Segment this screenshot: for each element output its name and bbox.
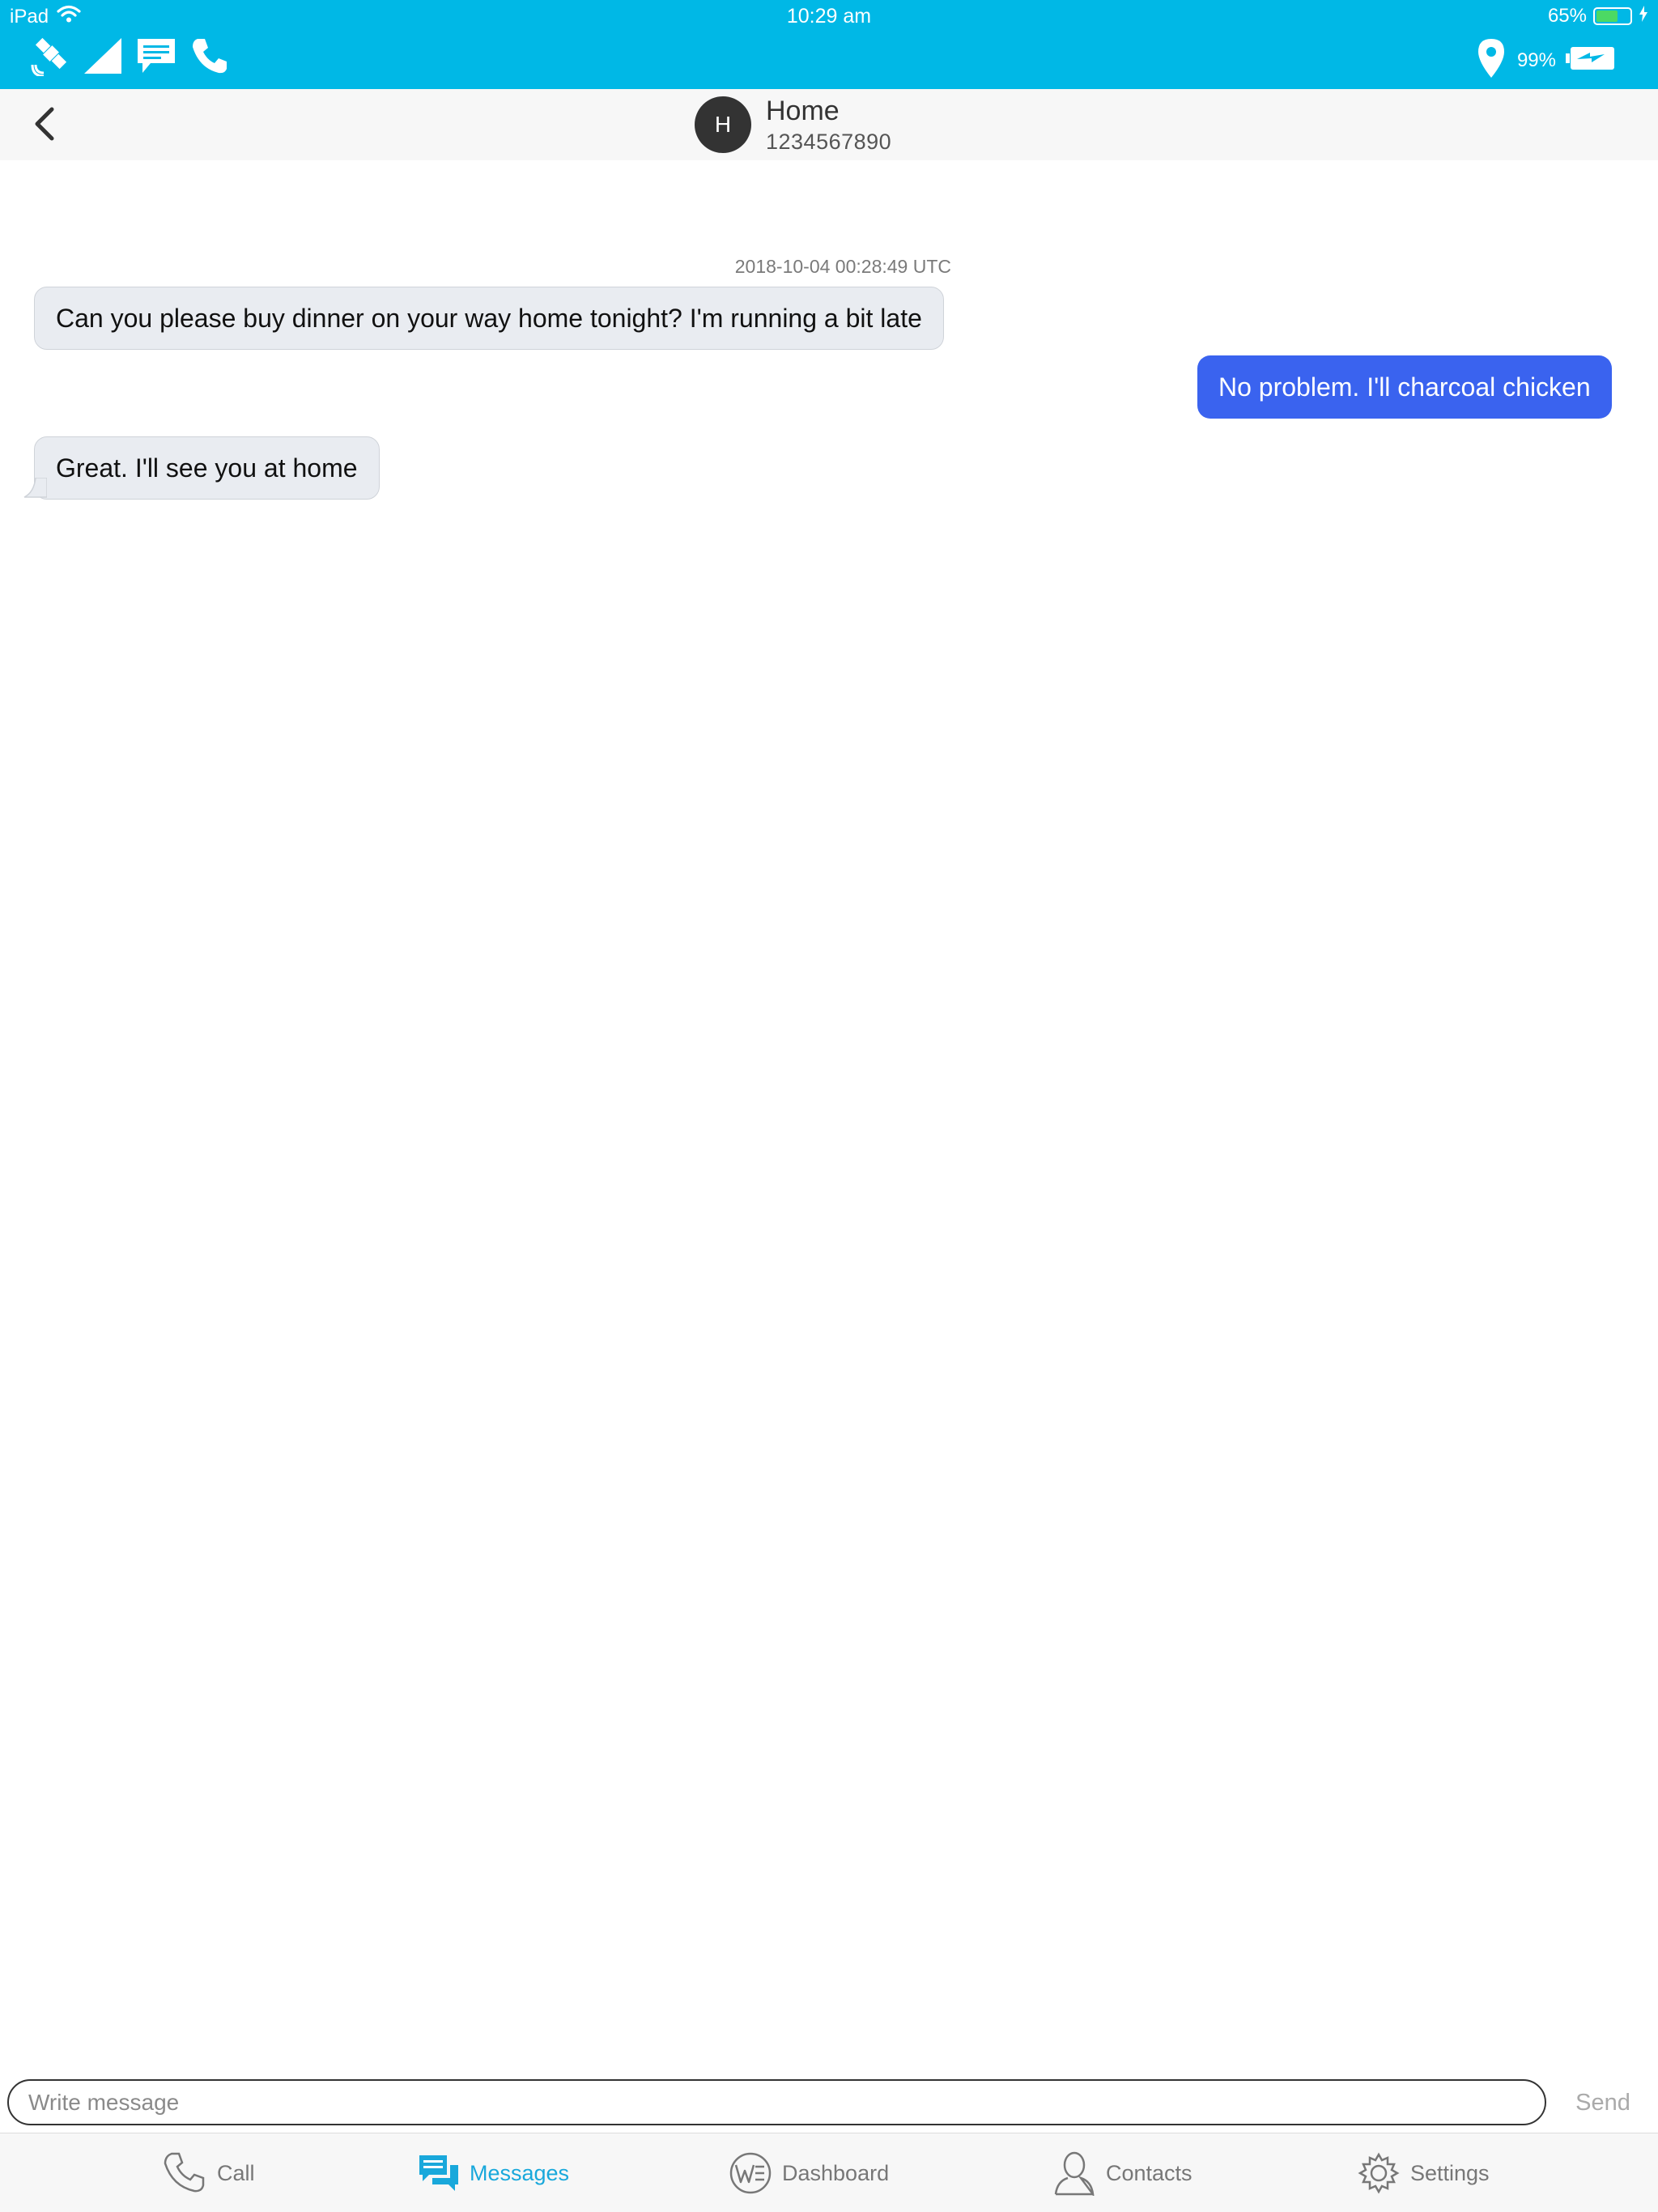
message-timestamp: 2018-10-04 00:28:49 UTC: [734, 256, 951, 277]
tab-messages[interactable]: Messages: [418, 2150, 569, 2197]
message-input[interactable]: [7, 2079, 1546, 2125]
tab-settings[interactable]: Settings: [1357, 2150, 1490, 2197]
tab-label: Call: [217, 2160, 255, 2185]
message-bubble-incoming[interactable]: Can you please buy dinner on your way ho…: [34, 287, 944, 350]
back-button[interactable]: [24, 104, 65, 144]
location-pin-icon: [1475, 37, 1507, 83]
tab-label: Messages: [470, 2160, 570, 2185]
phone-icon: [164, 2152, 205, 2193]
gear-icon: [1358, 2152, 1400, 2194]
battery-percent: 65%: [1547, 5, 1587, 27]
satellite-icon: [31, 36, 71, 80]
contact-person-icon: [1054, 2151, 1095, 2196]
charging-bolt-icon: [1639, 5, 1648, 28]
avatar: H: [695, 96, 751, 153]
tab-call[interactable]: Call: [162, 2150, 255, 2197]
compose-bar: Send: [0, 2073, 1658, 2133]
message-thread[interactable]: 2018-10-04 00:28:49 UTC Can you please b…: [0, 160, 1658, 2079]
message-text: Great. I'll see you at home: [56, 453, 358, 483]
top-bar: iPad 10:29 am 65% 99%: [0, 0, 1658, 89]
conversation-header: H Home 1234567890: [0, 89, 1658, 160]
phone-icon: [189, 36, 230, 80]
dashboard-logo-icon: [729, 2152, 772, 2194]
gps-status: 99%: [1475, 37, 1616, 83]
send-button[interactable]: Send: [1562, 2081, 1643, 2125]
signal-strength-icon: [83, 36, 123, 79]
device-battery-icon: [1566, 45, 1616, 76]
message-text: No problem. I'll charcoal chicken: [1218, 372, 1591, 402]
tab-dashboard[interactable]: Dashboard: [729, 2150, 889, 2197]
message-text: Can you please buy dinner on your way ho…: [56, 303, 922, 333]
status-time: 10:29 am: [786, 5, 872, 28]
tab-label: Dashboard: [782, 2160, 890, 2185]
contact-number: 1234567890: [766, 130, 892, 154]
tab-label: Settings: [1410, 2160, 1490, 2185]
message-bubble-outgoing[interactable]: No problem. I'll charcoal chicken: [1197, 355, 1612, 419]
gps-percent: 99%: [1516, 49, 1556, 71]
tab-label: Contacts: [1106, 2160, 1192, 2185]
app-status-icons: [31, 36, 230, 80]
battery-icon: [1593, 7, 1632, 25]
message-bubble-incoming[interactable]: Great. I'll see you at home: [34, 436, 380, 500]
message-bubble-icon: [134, 36, 178, 80]
tab-bar: Call Messages Dashboard Contacts Setting…: [0, 2133, 1658, 2212]
tab-contacts[interactable]: Contacts: [1052, 2150, 1192, 2197]
contact-name: Home: [766, 96, 840, 126]
chevron-left-icon: [35, 107, 54, 141]
battery-fill: [1596, 11, 1618, 22]
messages-icon: [419, 2155, 458, 2191]
bubble-tail: [23, 478, 47, 498]
status-battery: 65%: [1548, 5, 1648, 28]
